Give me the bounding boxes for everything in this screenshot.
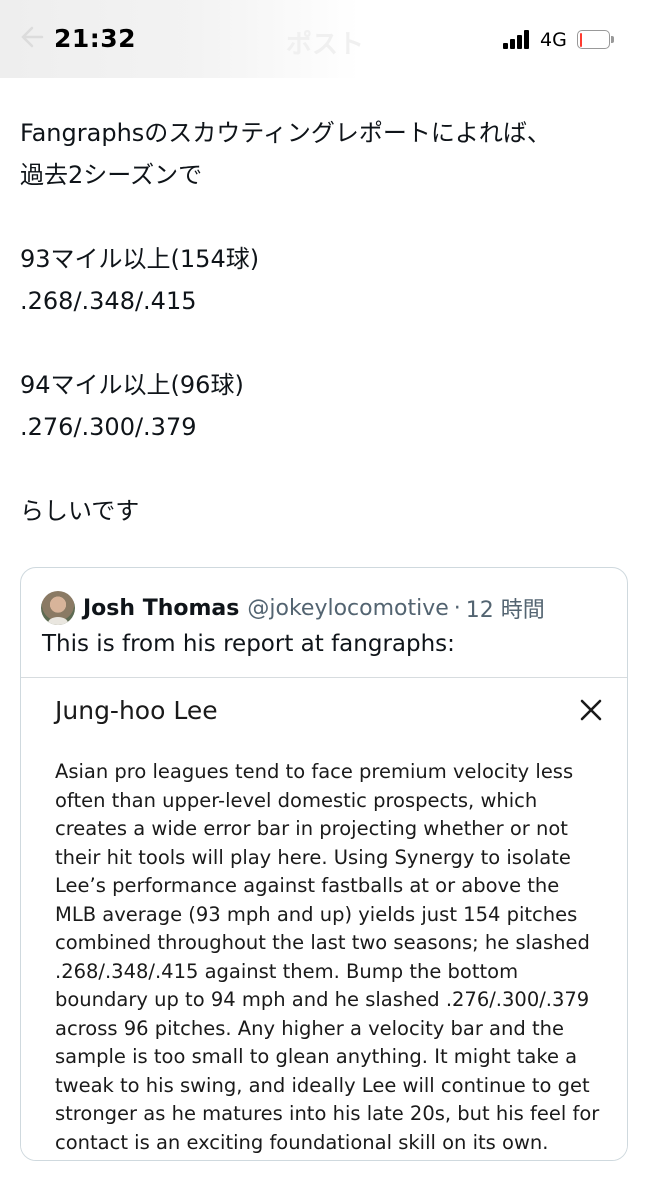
post-line: .276/.300/.379 — [20, 413, 197, 441]
post-blank-line — [20, 448, 630, 490]
quoted-post-time[interactable]: 12 時間 — [466, 592, 545, 624]
report-image[interactable]: Jung-hoo Lee Asian pro leagues tend to f… — [21, 677, 627, 1160]
report-title: Jung-hoo Lee — [55, 696, 218, 725]
quoted-post-card[interactable]: Josh Thomas @jokeylocomotive · 12 時間 Thi… — [20, 567, 628, 1161]
post-blank-line — [20, 322, 630, 364]
post-line: .268/.348/.415 — [20, 287, 197, 315]
signal-icon — [503, 29, 533, 49]
quoted-post-text: This is from his report at fangraphs: — [42, 631, 455, 657]
post-line: らしいです — [20, 497, 140, 525]
report-line: combined throughout the last two seasons… — [55, 931, 590, 954]
status-time: 21:32 — [54, 24, 137, 53]
report-body: Asian pro leagues tend to face premium v… — [55, 758, 615, 1157]
quoted-author-name[interactable]: Josh Thomas — [83, 596, 239, 621]
report-line: creates a wide error bar in projecting w… — [55, 817, 568, 840]
report-line: .268/.348/.415 against them. Bump the bo… — [55, 959, 519, 983]
battery-level — [580, 33, 582, 47]
report-line: their hit tools will play here. Using Sy… — [55, 845, 571, 869]
arrow-left-icon[interactable] — [18, 22, 44, 52]
close-icon — [579, 698, 603, 722]
report-line: across 96 pitches. Any higher a velocity… — [55, 1016, 564, 1040]
report-line: MLB average (93 mph and up) yields just … — [55, 902, 578, 926]
network-type: 4G — [540, 29, 567, 51]
post-line: 93マイル以上(154球) — [20, 245, 260, 273]
report-line: stronger as he matures into his late 20s… — [55, 1102, 600, 1125]
post-line: Fangraphsのスカウティングレポートによれば、 — [20, 119, 551, 147]
report-line: tweak to his swing, and ideally Lee will… — [55, 1073, 590, 1097]
report-line: Lee’s performance against fastballs at o… — [55, 874, 560, 897]
post-line: 94マイル以上(96球) — [20, 371, 244, 399]
report-line: Asian pro leagues tend to face premium v… — [55, 760, 574, 783]
separator-dot: · — [453, 595, 461, 621]
report-line: boundary up to 94 mph and he slashed .27… — [55, 988, 590, 1011]
post-blank-line — [20, 196, 630, 238]
post-line: 過去2シーズンで — [20, 161, 203, 189]
header-title: ポスト — [286, 30, 365, 60]
battery-icon — [577, 30, 614, 49]
report-line: often than upper-level domestic prospect… — [55, 788, 538, 812]
avatar[interactable] — [41, 591, 75, 625]
report-line: sample is too small to glean anything. I… — [55, 1045, 578, 1068]
quoted-post-header: Josh Thomas @jokeylocomotive · 12 時間 — [41, 590, 545, 626]
status-bar: ポスト 21:32 4G — [0, 0, 650, 78]
post-text: Fangraphsのスカウティングレポートによれば、 過去2シーズンで 93マイ… — [20, 112, 630, 532]
quoted-author-handle[interactable]: @jokeylocomotive — [247, 596, 448, 621]
report-line: contact is an exciting foundational skil… — [55, 1130, 549, 1154]
